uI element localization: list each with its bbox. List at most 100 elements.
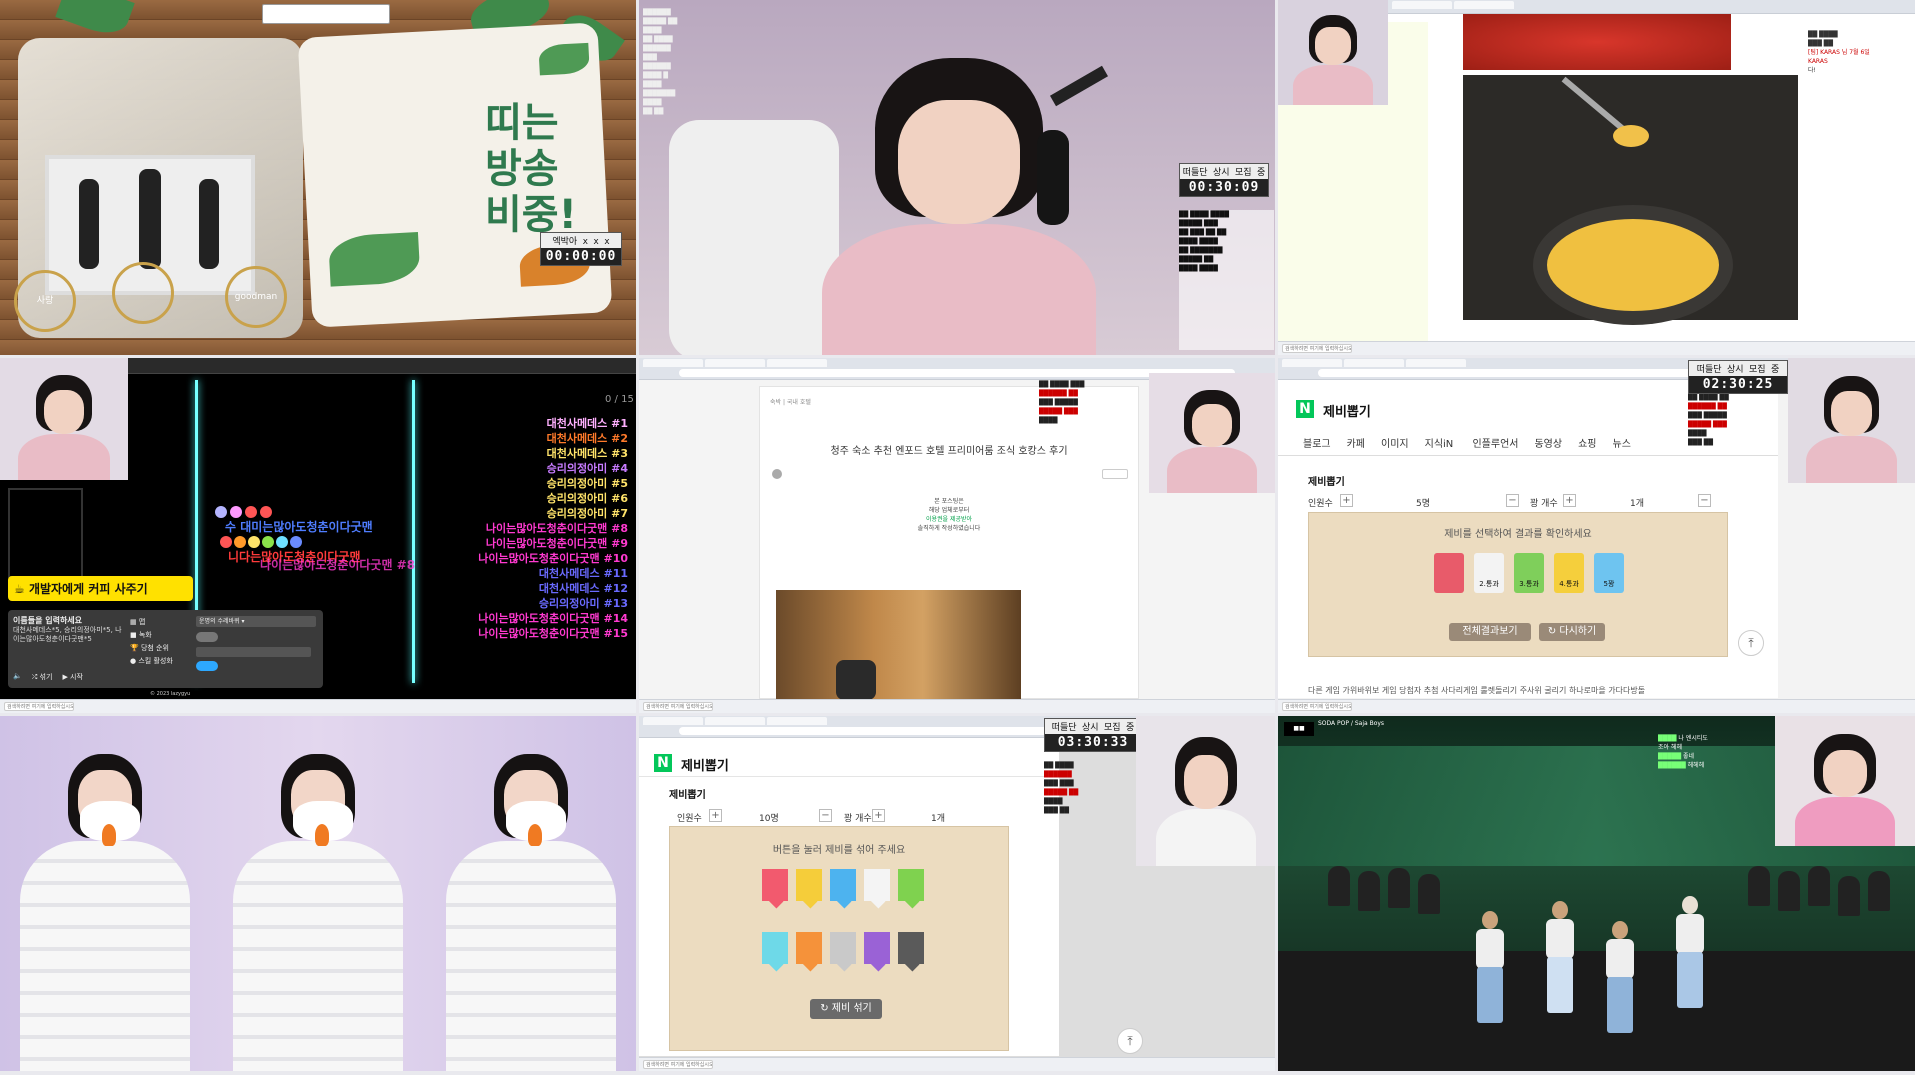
trophy-icon: 🏆: [130, 644, 141, 652]
lottery-paper[interactable]: [864, 932, 890, 964]
lottery-paper[interactable]: [864, 869, 890, 901]
shuffle-button[interactable]: ⤮ 섞기: [32, 672, 53, 682]
lottery-paper[interactable]: [762, 869, 788, 901]
lottery-board: 제비를 선택하여 결과를 확인하세요 2.통과 3.통과 4.통과 5꽝 전체결과보기…: [1308, 512, 1728, 657]
related-games-links[interactable]: 다른 게임 가위바위보 게임 당첨자 추첨 사다리게임 룰렛돌리기 주사위 굴리…: [1308, 685, 1645, 696]
coffee-button[interactable]: ☕ 개발자에게 커피 사주기: [8, 576, 193, 601]
lottery-paper[interactable]: [830, 869, 856, 901]
marble-counter: 0 / 15: [605, 394, 634, 405]
marble-label: 나이는많아도청춘이다굿맨 #8: [260, 558, 416, 572]
people-plus-button[interactable]: +: [1340, 494, 1353, 507]
chat-overlay: ██ ████ ████ █████ ███ ██ ███ ██ ██ ████ ██…: [1179, 210, 1274, 350]
lottery-result-card[interactable]: 3.통과: [1514, 553, 1544, 593]
lottery-result-card[interactable]: [1434, 553, 1464, 593]
people-value: 5명: [1416, 499, 1431, 509]
settings-panel: 이름들을 입력하세요 대천사메데스*5, 승리의정아미*5, 나이는많아도청춘이…: [8, 610, 323, 688]
streamer-cam-small: [1136, 716, 1275, 866]
panel-7-dance-cam: [0, 716, 636, 1071]
naver-lottery-page: N 제비뽑기 제비뽑기 인원수 + 10명 − 꽝 개수 + 1개 버튼을 눌러…: [639, 738, 1143, 1056]
windows-taskbar: 검색하려면 여기에 입력하십시오: [0, 699, 636, 713]
panel-6-lottery-result: N 제비뽑기 블로그 카페 이미지 지식iN 인플루언서 동영상 쇼핑 뉴스 제비뽑기 인원…: [1278, 358, 1915, 713]
neon-wall-right: [412, 380, 415, 683]
lottery-paper[interactable]: [898, 932, 924, 964]
dancer-figure: [233, 746, 403, 1071]
ranking-item: 대천사메데스 #1: [546, 417, 628, 430]
blank-plus-button[interactable]: +: [872, 809, 885, 822]
mute-button[interactable]: 🔈: [13, 672, 22, 682]
stream-timer: 떠들단 상시 모집 중 00:30:09: [1179, 163, 1269, 197]
scroll-top-button[interactable]: ⤒: [1117, 1028, 1143, 1054]
lottery-board: 버튼을 눌러 제비를 섞어 주세요 ↻ 제비 섞기: [669, 826, 1009, 1051]
record-toggle[interactable]: [196, 632, 218, 642]
disclosure-text: 본 포스팅은 해당 업체로부터 이용권을 제공받아 솔직하게 작성하였습니다: [917, 498, 981, 532]
taskbar-search[interactable]: 검색하려면 여기에 입력하십시오: [4, 702, 74, 711]
panel-4-roulette: 0 / 15 수 대미는많아도청춘이다굿맨 니다는많아도청춘이다굿맨 나이는많아…: [0, 358, 636, 713]
blank-plus-button[interactable]: +: [1563, 494, 1576, 507]
streamer-person: [769, 10, 1149, 355]
shuffle-button[interactable]: ↻ 제비 섞기: [810, 999, 882, 1019]
retry-button[interactable]: ↻ 다시하기: [1539, 623, 1605, 641]
taskbar-search[interactable]: 검색하려면 여기에 입력하십시오: [1282, 702, 1352, 711]
people-label: 인원수: [1308, 499, 1333, 509]
blank-count-value: 1개: [1630, 499, 1645, 509]
lottery-result-card[interactable]: 2.통과: [1474, 553, 1504, 593]
section-title: 제비뽑기: [1308, 477, 1345, 488]
search-tabs[interactable]: 블로그 카페 이미지 지식iN 인플루언서 동영상 쇼핑 뉴스: [1303, 435, 1647, 450]
taskbar-search[interactable]: 검색하려면 여기에 입력하십시오: [643, 702, 713, 711]
ranking-item: 승리의정아미 #7: [546, 507, 628, 520]
panel-9-dance-practice: ■■ SODA POP / Saja Boys ████ 나 엔시티도 조아 헤…: [1278, 716, 1915, 1071]
dancer-figure: [446, 746, 616, 1071]
overlay-input-box[interactable]: [262, 4, 390, 24]
taskbar-search[interactable]: 검색하려면 여기에 입력하십시오: [643, 1060, 713, 1069]
dancer-figure: [1603, 921, 1637, 1036]
chat-column: ██████ █████ ██ ████ ██ ████ ██████ ███ █████…: [643, 9, 678, 115]
scroll-top-button[interactable]: ⤒: [1738, 630, 1764, 656]
streamer-cam-small: [0, 358, 128, 480]
ranking-item: 대천사메데스 #3: [546, 447, 628, 460]
lottery-paper[interactable]: [796, 932, 822, 964]
browser-bar[interactable]: [1388, 0, 1915, 14]
board-instruction: 버튼을 눌러 제비를 섞어 주세요: [772, 845, 906, 856]
dancer-figure: [20, 746, 190, 1071]
ranking-item: 나이는많아도청춘이다굿맨 #8: [485, 522, 628, 535]
people-plus-button[interactable]: +: [709, 809, 722, 822]
stream-timer: 떠들단 상시 모집 중 02:30:25: [1688, 360, 1788, 394]
windows-taskbar: 검색하려면 여기에 입력하십시오: [639, 699, 1275, 713]
logo-watermark: [8, 488, 83, 578]
ranking-item: 나이는많아도청춘이다굿맨 #9: [485, 537, 628, 550]
names-textarea[interactable]: 대천사메데스*5, 승리의정아미*5, 나이는많아도청춘이다굿맨*5: [13, 626, 125, 666]
people-minus-button[interactable]: −: [1506, 494, 1519, 507]
ranking-item: 대천사메데스 #11: [538, 567, 628, 580]
lottery-result-card[interactable]: 4.통과: [1554, 553, 1584, 593]
stream-grid: 띠는 방송 비중! 사랑 goodman 엑박아 x x x 00:00:00 …: [0, 0, 1915, 1075]
stream-timer: 엑박아 x x x 00:00:00: [540, 232, 622, 266]
taskbar-search[interactable]: 검색하려면 여기에 입력하십시오: [1282, 344, 1352, 353]
dancer-figure: [1543, 901, 1577, 1016]
marbles: [215, 506, 272, 518]
ranking-item: 승리의정아미 #6: [546, 492, 628, 505]
microphone-icon: [1037, 130, 1069, 225]
lottery-paper[interactable]: [796, 869, 822, 901]
show-all-results-button[interactable]: 전체결과보기: [1449, 623, 1531, 641]
chat-overlay: ████ 나 엔시티도 조아 헤헤 █████ 좋네 ██████ 헤헤헤: [1658, 735, 1708, 769]
rank-select[interactable]: [196, 647, 311, 657]
page-title: 제비뽑기: [681, 759, 729, 774]
panel-1-gift-card: 띠는 방송 비중! 사랑 goodman 엑박아 x x x 00:00:00: [0, 0, 636, 355]
lottery-paper[interactable]: [830, 932, 856, 964]
footer-text: © 2023 lazygyu: [150, 691, 191, 697]
lottery-result-card[interactable]: 5꽝: [1594, 553, 1624, 593]
lottery-paper[interactable]: [762, 932, 788, 964]
windows-taskbar: 검색하려면 여기에 입력하십시오: [639, 1057, 1275, 1071]
ranking-item: 승리의정아미 #5: [546, 477, 628, 490]
card-message-text: 띠는 방송 비중!: [485, 100, 577, 238]
streamer-cam-small: [1788, 358, 1915, 483]
people-value: 10명: [759, 814, 779, 824]
lottery-paper[interactable]: [898, 869, 924, 901]
skill-toggle[interactable]: [196, 661, 218, 671]
ranking-item: 대천사메데스 #2: [546, 432, 628, 445]
board-instruction: 제비를 선택하여 결과를 확인하세요: [1444, 529, 1592, 540]
people-minus-button[interactable]: −: [819, 809, 832, 822]
panel-3-food-browsing: ██ ████ ███ ██ [팀] KARAS 님 7월 6일 KARAS 다!…: [1278, 0, 1915, 355]
start-button[interactable]: ▶ 시작: [62, 672, 83, 682]
map-select[interactable]: 운명의 수레바퀴 ▾: [196, 616, 316, 627]
